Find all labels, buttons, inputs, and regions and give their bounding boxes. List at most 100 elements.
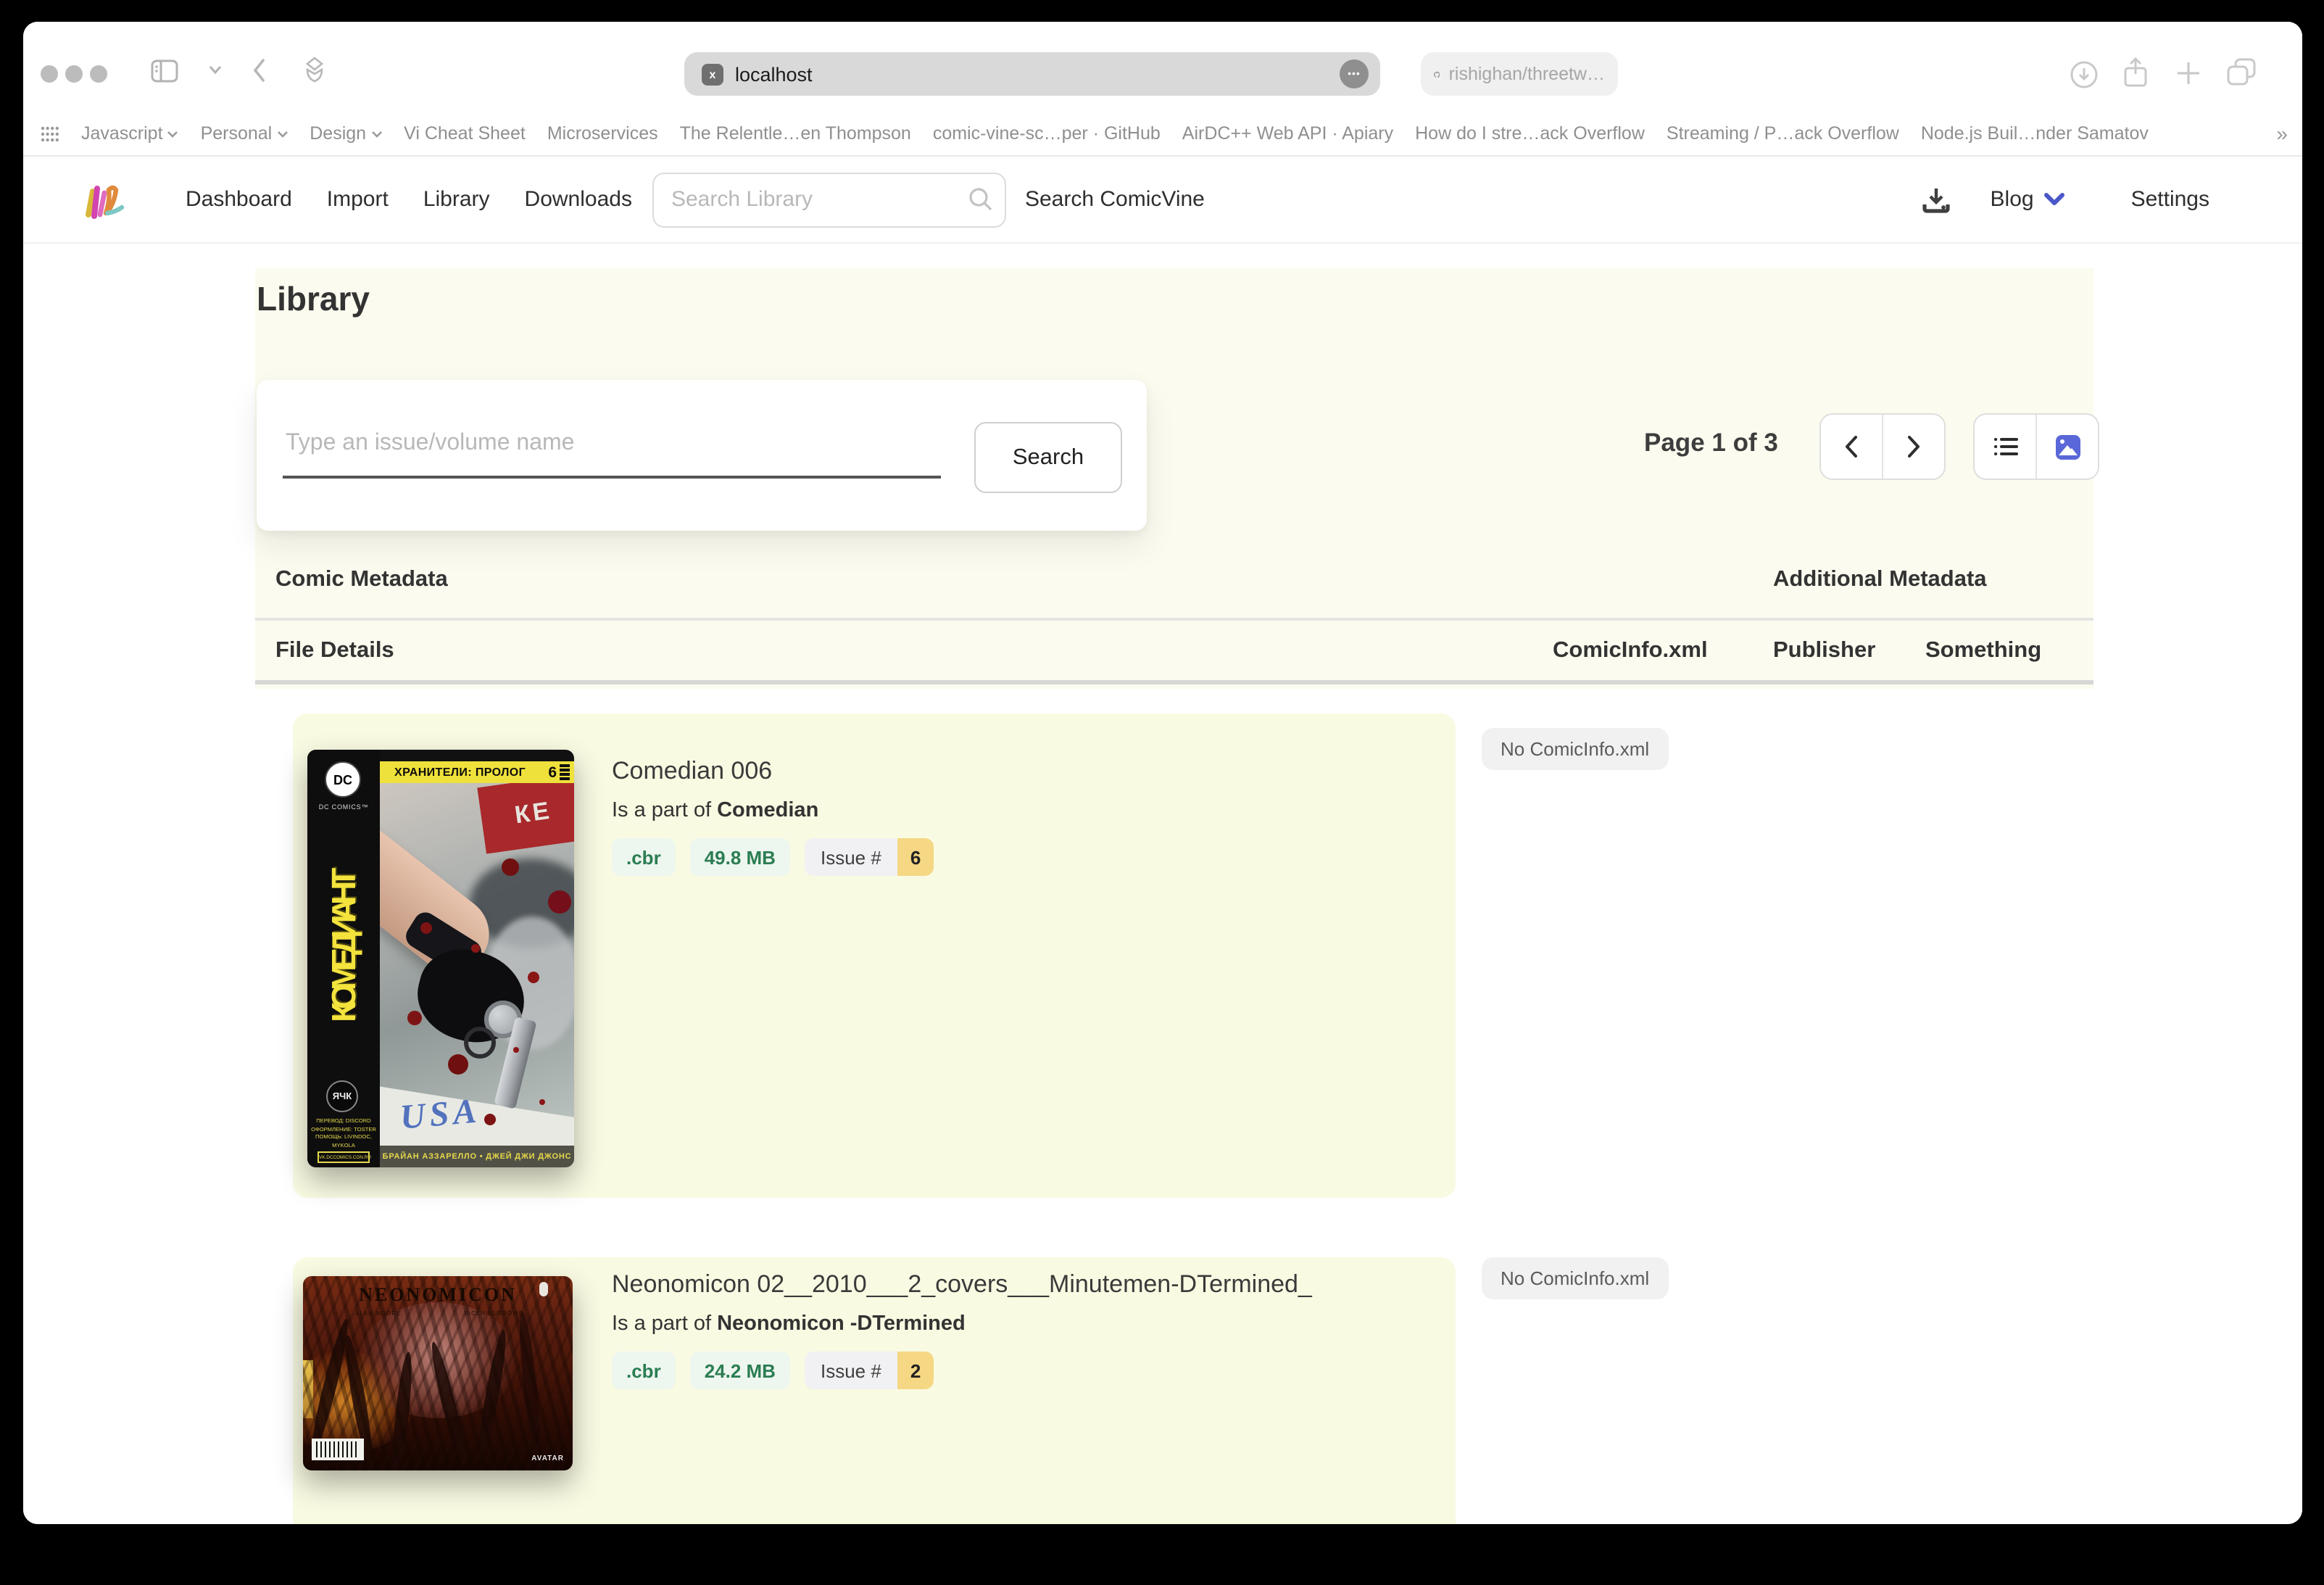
main-nav: Dashboard Import Library Downloads bbox=[186, 187, 632, 212]
bookmark-item[interactable]: Vi Cheat Sheet bbox=[404, 123, 526, 144]
list-view-button[interactable] bbox=[1975, 415, 2035, 479]
cover-banner-text: ХРАНИТЕЛИ: ПРОЛОГ bbox=[394, 766, 526, 779]
pagination-controls bbox=[1819, 413, 1946, 480]
window-close-button[interactable] bbox=[41, 65, 58, 83]
cover-site: VK.DCCOMICS.CON.RU bbox=[318, 1151, 370, 1163]
cover-credits: ПЕРЕВОД: DISCORD ОФОРМЛЕНИЕ: TOSTER ПОМО… bbox=[307, 1118, 380, 1151]
comic-row[interactable]: NEONOMICON ALAN MOORE JACEN BURROWS AVAT… bbox=[293, 1257, 1456, 1524]
pagination-label: Page 1 of 3 bbox=[1644, 428, 1778, 458]
download-tray-icon[interactable] bbox=[1922, 186, 1950, 212]
bookmark-item[interactable]: Microservices bbox=[547, 123, 658, 144]
comic-row[interactable]: DC DC COMICS™ КОМЕДИАНТ ЯЧК ПЕРЕВОД: DIS… bbox=[293, 713, 1456, 1198]
comic-series: Comedian bbox=[717, 799, 818, 822]
chevron-down-icon bbox=[276, 130, 288, 137]
sidebar-chevron-icon[interactable] bbox=[209, 65, 222, 74]
nav-downloads[interactable]: Downloads bbox=[525, 187, 632, 212]
comic-series: Neonomicon -DTermined bbox=[717, 1312, 966, 1336]
cover-banner: ХРАНИТЕЛИ: ПРОЛОГ 6 bbox=[380, 761, 574, 783]
cover-credit-writer: ALAN MOORE bbox=[355, 1309, 401, 1317]
new-tab-icon[interactable] bbox=[2176, 61, 2201, 86]
file-ext-badge: .cbr bbox=[612, 1352, 676, 1389]
bookmark-item[interactable]: Personal bbox=[201, 123, 289, 144]
list-view-icon bbox=[1993, 436, 2017, 457]
file-size-badge: 49.8 MB bbox=[690, 838, 790, 876]
comic-title[interactable]: Comedian 006 bbox=[612, 757, 934, 786]
address-bar[interactable]: x localhost ••• bbox=[684, 52, 1380, 96]
nav-import[interactable]: Import bbox=[327, 187, 389, 212]
column-something: Something bbox=[1925, 637, 2041, 663]
background-tab[interactable]: rishighan/threetw… bbox=[1421, 52, 1618, 96]
gallery-view-button[interactable] bbox=[2035, 415, 2098, 479]
cover-banner-number: 6 bbox=[548, 763, 557, 781]
back-button-icon[interactable] bbox=[252, 58, 267, 83]
bookmark-label: The Relentle…en Thompson bbox=[680, 123, 911, 144]
search-button[interactable]: Search bbox=[974, 422, 1122, 493]
bookmark-item[interactable]: Streaming / P…ack Overflow bbox=[1667, 123, 1899, 144]
sidebar-toggle-icon[interactable] bbox=[151, 59, 178, 83]
settings-link[interactable]: Settings bbox=[2131, 187, 2209, 212]
tab-title: rishighan/threetw… bbox=[1449, 64, 1605, 84]
chevron-down-icon bbox=[370, 130, 382, 137]
page-title: Library bbox=[257, 280, 370, 319]
chevron-down-icon bbox=[167, 130, 179, 137]
cover-artwork: КЕ USA БРАЙАН АЗЗАРЕЛЛ bbox=[380, 783, 574, 1167]
comic-series-line: Is a part of Neonomicon -DTermined bbox=[612, 1312, 1312, 1336]
share-icon[interactable] bbox=[2122, 57, 2149, 88]
bookmark-item[interactable]: AirDC++ Web API · Apiary bbox=[1182, 123, 1393, 144]
bookmark-item[interactable]: The Relentle…en Thompson bbox=[680, 123, 911, 144]
issue-badge: Issue # 6 bbox=[805, 838, 934, 876]
downloads-icon[interactable] bbox=[2070, 61, 2098, 88]
comic-title[interactable]: Neonomicon 02__2010___2_covers___Minutem… bbox=[612, 1270, 1312, 1299]
cover-figure-glyph bbox=[539, 1282, 548, 1296]
crew-logo: ЯЧК bbox=[326, 1080, 358, 1112]
bookmark-item[interactable]: Design bbox=[310, 123, 382, 144]
cover-title-vertical: КОМЕДИАНТ bbox=[307, 819, 380, 1077]
cover-barcode bbox=[312, 1439, 364, 1460]
header-search bbox=[652, 172, 1006, 227]
bookmark-label: comic-vine-sc…per · GitHub bbox=[933, 123, 1161, 144]
header-search-input[interactable] bbox=[652, 172, 1006, 227]
bookmark-item[interactable]: comic-vine-sc…per · GitHub bbox=[933, 123, 1161, 144]
cover-red-sign: КЕ bbox=[477, 783, 574, 854]
bookmark-label: AirDC++ Web API · Apiary bbox=[1182, 123, 1393, 144]
bookmarks-grid-icon[interactable] bbox=[41, 125, 59, 141]
reading-list-box-icon[interactable] bbox=[302, 57, 328, 84]
search-comicvine-link[interactable]: Search ComicVine bbox=[1025, 187, 1205, 212]
blog-chevron-down-icon bbox=[2044, 193, 2064, 206]
issue-number: 2 bbox=[897, 1352, 934, 1389]
nav-dashboard[interactable]: Dashboard bbox=[186, 187, 292, 212]
comic-cover-thumbnail[interactable]: DC DC COMICS™ КОМЕДИАНТ ЯЧК ПЕРЕВОД: DIS… bbox=[307, 750, 574, 1167]
cover-publisher-label: AVATAR bbox=[531, 1454, 564, 1463]
comic-series-line: Is a part of Comedian bbox=[612, 799, 934, 822]
bookmark-item[interactable]: Node.js Buil…nder Samatov bbox=[1921, 123, 2149, 144]
next-page-button[interactable] bbox=[1882, 415, 1944, 479]
browser-toolbar: x localhost ••• rishighan/threetw… bbox=[23, 22, 2302, 112]
cover-authors: БРАЙАН АЗЗАРЕЛЛО • ДЖЕЙ ДЖИ ДЖОНС bbox=[383, 1152, 572, 1161]
file-size-badge: 24.2 MB bbox=[690, 1352, 790, 1389]
app-header: Dashboard Import Library Downloads Searc… bbox=[23, 157, 2302, 244]
column-file-details: File Details bbox=[275, 637, 394, 663]
bookmark-label: How do I stre…ack Overflow bbox=[1415, 123, 1645, 144]
window-zoom-button[interactable] bbox=[90, 65, 107, 83]
bookmark-item[interactable]: How do I stre…ack Overflow bbox=[1415, 123, 1645, 144]
tab-overview-icon[interactable] bbox=[2227, 58, 2257, 87]
nav-library[interactable]: Library bbox=[423, 187, 490, 212]
column-comicinfo-xml: ComicInfo.xml bbox=[1553, 637, 1708, 663]
table-group-header-row: Comic Metadata Additional Metadata bbox=[255, 541, 2093, 621]
comicinfo-status-badge: No ComicInfo.xml bbox=[1482, 1257, 1668, 1299]
bookmarks-overflow-icon[interactable]: » bbox=[2276, 122, 2285, 145]
prev-page-button[interactable] bbox=[1821, 415, 1882, 479]
more-options-icon[interactable]: ••• bbox=[1340, 59, 1369, 88]
app-logo[interactable] bbox=[81, 179, 125, 220]
github-icon bbox=[1434, 63, 1440, 85]
comic-cover-thumbnail[interactable]: NEONOMICON ALAN MOORE JACEN BURROWS AVAT… bbox=[303, 1276, 573, 1470]
dc-comics-label: DC COMICS™ bbox=[307, 803, 380, 811]
library-search-card: Search bbox=[257, 380, 1147, 531]
blog-menu[interactable]: Blog bbox=[1991, 187, 2064, 212]
bookmark-item[interactable]: Javascript bbox=[81, 123, 179, 144]
window-minimize-button[interactable] bbox=[65, 65, 83, 83]
screen: x localhost ••• rishighan/threetw… bbox=[0, 0, 2324, 1585]
cover-credit-artist: JACEN BURROWS bbox=[463, 1309, 523, 1317]
issue-search-input[interactable] bbox=[283, 412, 941, 479]
bookmarks-bar: Javascript Personal Design Vi Cheat Shee… bbox=[23, 112, 2302, 157]
